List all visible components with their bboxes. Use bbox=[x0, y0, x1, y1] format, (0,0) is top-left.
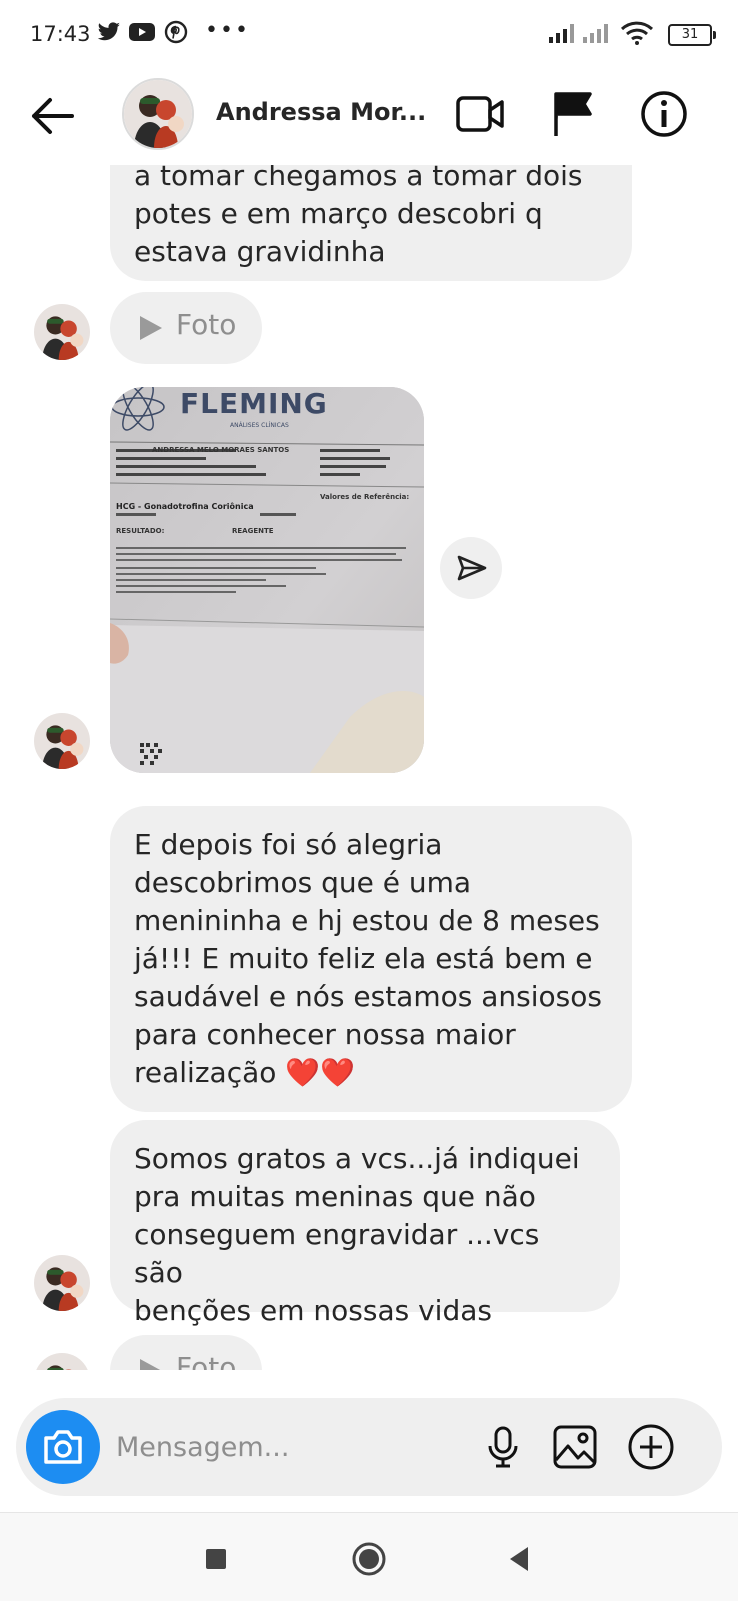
exam-name: HCG - Gonadotrofina Coriônica bbox=[116, 501, 254, 511]
message-line: a tomar chegamos a tomar dois bbox=[134, 165, 583, 192]
home-icon[interactable] bbox=[345, 1535, 393, 1583]
pinterest-icon bbox=[164, 20, 188, 44]
message-line: potes e em março descobri q bbox=[134, 197, 543, 230]
message-line: Somos gratos a vcs...já indiquei bbox=[134, 1142, 580, 1175]
profile-photo-icon bbox=[124, 80, 192, 148]
battery-indicator: 31 bbox=[668, 24, 716, 46]
message-line: descobrimos que é uma bbox=[134, 866, 472, 899]
play-icon bbox=[140, 316, 162, 340]
signal-icon-2 bbox=[583, 24, 608, 43]
message-line: estava gravidinha bbox=[134, 235, 386, 268]
recent-apps-icon[interactable] bbox=[192, 1535, 240, 1583]
foto-message-1[interactable]: Foto bbox=[110, 292, 262, 364]
foto-message-2[interactable]: Foto bbox=[110, 1335, 262, 1370]
result-label: RESULTADO: bbox=[116, 527, 165, 535]
send-paper-plane-icon bbox=[457, 555, 487, 581]
video-call-icon[interactable] bbox=[454, 88, 506, 140]
foto-label: Foto bbox=[176, 308, 237, 341]
message-bubble-3[interactable]: Somos gratos a vcs...já indiquei pra mui… bbox=[110, 1120, 620, 1327]
message-composer bbox=[16, 1398, 722, 1496]
wifi-icon bbox=[620, 21, 654, 45]
profile-photo-icon bbox=[34, 1255, 90, 1311]
message-line: para conhecer nossa maior bbox=[134, 1018, 516, 1051]
battery-level: 31 bbox=[681, 27, 699, 42]
message-line: benções em nossas vidas bbox=[134, 1294, 492, 1327]
youtube-icon bbox=[129, 23, 155, 41]
lab-result-photo[interactable]: FLEMING ANÁLISES CLÍNICAS ANDRESSA MELO … bbox=[110, 387, 424, 773]
share-button[interactable] bbox=[440, 537, 502, 599]
sender-avatar[interactable] bbox=[34, 304, 90, 360]
message-line: saudável e nós estamos ansiosos bbox=[134, 980, 602, 1013]
system-navigation-bar bbox=[0, 1512, 738, 1601]
message-line: realização ❤️❤️ bbox=[134, 1056, 356, 1089]
microphone-icon[interactable] bbox=[478, 1422, 528, 1472]
lab-logo-subtext: ANÁLISES CLÍNICAS bbox=[230, 422, 289, 429]
profile-photo-icon bbox=[34, 1353, 90, 1370]
camera-icon bbox=[44, 1430, 82, 1464]
twitter-icon bbox=[97, 22, 120, 41]
sender-avatar[interactable] bbox=[34, 1255, 90, 1311]
lab-logo-text: FLEMING bbox=[180, 387, 328, 420]
patient-name: ANDRESSA MELO MORAES SANTOS bbox=[152, 446, 289, 454]
profile-photo-icon bbox=[34, 713, 90, 769]
back-triangle-icon[interactable] bbox=[496, 1535, 544, 1583]
sender-avatar[interactable] bbox=[34, 1353, 90, 1370]
message-line: menininha e hj estou de 8 meses bbox=[134, 904, 600, 937]
play-icon bbox=[140, 1359, 162, 1370]
profile-photo-icon bbox=[34, 304, 90, 360]
report-flag-icon[interactable] bbox=[548, 88, 600, 140]
status-bar: 17:43 ••• 31 bbox=[0, 0, 738, 70]
back-arrow-icon[interactable] bbox=[26, 92, 78, 140]
status-time: 17:43 bbox=[30, 22, 91, 46]
foto-label: Foto bbox=[176, 1351, 237, 1370]
add-plus-icon[interactable] bbox=[626, 1422, 676, 1472]
contact-name[interactable]: Andressa Mor... bbox=[216, 98, 426, 126]
message-thread[interactable]: a tomar chegamos a tomar dois potes e em… bbox=[0, 165, 738, 1370]
conversation-header: Andressa Mor... bbox=[0, 70, 738, 165]
camera-button[interactable] bbox=[26, 1410, 100, 1484]
info-icon[interactable] bbox=[638, 88, 690, 140]
sender-avatar[interactable] bbox=[34, 713, 90, 769]
lab-document-image: FLEMING ANÁLISES CLÍNICAS ANDRESSA MELO … bbox=[110, 387, 424, 773]
message-line: já!!! E muito feliz ela está bem e bbox=[134, 942, 593, 975]
message-bubble-1[interactable]: a tomar chegamos a tomar dois potes e em… bbox=[110, 165, 632, 281]
message-bubble-2[interactable]: E depois foi só alegria descobrimos que … bbox=[110, 806, 632, 1112]
signal-icon-1 bbox=[549, 24, 574, 43]
message-input[interactable] bbox=[116, 1426, 456, 1468]
gallery-icon[interactable] bbox=[550, 1422, 600, 1472]
more-notifications-icon: ••• bbox=[205, 18, 250, 43]
message-line: pra muitas meninas que não bbox=[134, 1180, 536, 1213]
reference-label: Valores de Referência: bbox=[320, 493, 409, 501]
header-avatar[interactable] bbox=[122, 78, 194, 150]
message-line: E depois foi só alegria bbox=[134, 828, 443, 861]
message-line: conseguem engravidar ...vcs são bbox=[134, 1218, 540, 1289]
result-value: REAGENTE bbox=[232, 527, 274, 535]
